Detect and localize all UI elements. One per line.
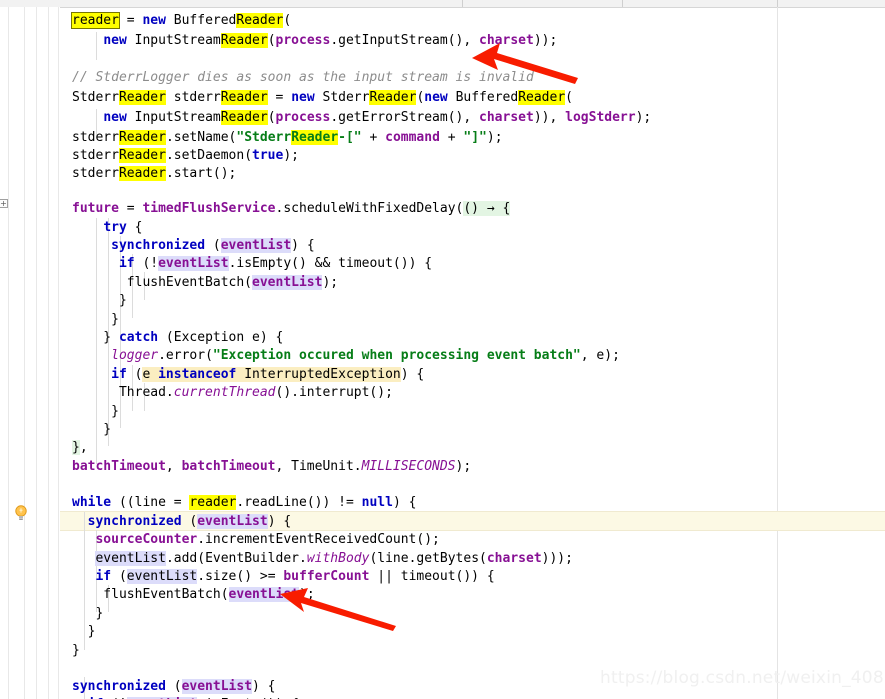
code-line[interactable]: if (!eventList.isEmpty()) { [72, 695, 299, 699]
editor-gutter[interactable]: + [0, 7, 60, 699]
tab-strip-segment-3[interactable] [622, 0, 778, 7]
code-line[interactable]: } [72, 402, 119, 422]
code-line[interactable]: } [72, 641, 80, 661]
tab-strip-segment-2[interactable] [462, 0, 623, 7]
gutter-divider-1 [8, 7, 9, 699]
right-margin-guide [777, 7, 778, 699]
code-line[interactable]: stderrReader.start(); [72, 164, 236, 184]
code-line[interactable]: StderrReader stderrReader = new StderrRe… [72, 88, 573, 108]
code-line[interactable]: if (e instanceof InterruptedException) { [72, 365, 424, 385]
code-line[interactable]: if (eventList.size() >= bufferCount || t… [72, 567, 495, 587]
fold-expand-marker[interactable]: + [0, 199, 8, 208]
code-line[interactable]: while ((line = reader.readLine()) != nul… [72, 493, 416, 513]
gutter-divider-4 [48, 7, 49, 699]
code-line[interactable]: Thread.currentThread().interrupt(); [72, 383, 393, 403]
code-line[interactable]: eventList.add(EventBuilder.withBody(line… [72, 549, 573, 569]
tab-strip-segment-1[interactable] [0, 0, 463, 7]
code-line[interactable]: synchronized (eventList) { [72, 677, 276, 697]
token-search-hit: reader [71, 12, 120, 29]
code-line[interactable]: try { [72, 218, 142, 238]
code-line[interactable]: flushEventBatch(eventList); [72, 585, 315, 605]
code-line[interactable]: }, [72, 438, 88, 458]
code-editor-window: + reader = new BufferedReader(new Input… [0, 0, 885, 699]
code-line-comment[interactable]: // StderrLogger dies as soon as the inpu… [72, 68, 534, 88]
code-line[interactable]: logger.error("Exception occured when pro… [72, 346, 620, 366]
code-line[interactable]: sourceCounter.incrementEventReceivedCoun… [72, 530, 439, 550]
code-line[interactable]: synchronized (eventList) { [72, 512, 291, 532]
gutter-divider-2 [24, 7, 25, 699]
intention-bulb-icon[interactable] [14, 505, 28, 521]
code-line[interactable]: stderrReader.setName("StderrReader-[" + … [72, 128, 503, 148]
code-line[interactable]: } [72, 310, 119, 330]
code-line[interactable]: } catch (Exception e) { [72, 328, 283, 348]
code-text-area[interactable]: reader = new BufferedReader( new InputSt… [60, 7, 885, 699]
code-line[interactable]: reader = new BufferedReader( [71, 11, 291, 31]
watermark-text: https://blog.csdn.net/weixin_40809627 [600, 668, 885, 688]
code-line[interactable]: synchronized (eventList) { [72, 236, 315, 256]
code-line[interactable]: } [72, 291, 127, 311]
gutter-divider-5 [58, 7, 59, 699]
code-line[interactable]: future = timedFlushService.scheduleWithF… [72, 199, 511, 219]
code-line[interactable]: stderrReader.setDaemon(true); [72, 146, 299, 166]
code-line[interactable]: new InputStreamReader(process.getInputSt… [72, 31, 557, 51]
code-line[interactable]: } [72, 420, 111, 440]
code-line[interactable]: new InputStreamReader(process.getErrorSt… [72, 108, 651, 128]
code-line[interactable]: } [72, 604, 103, 624]
gutter-divider-3 [36, 7, 37, 699]
code-line[interactable]: } [72, 622, 96, 642]
code-line[interactable]: flushEventBatch(eventList); [72, 273, 338, 293]
code-line[interactable]: if (!eventList.isEmpty() && timeout()) { [72, 254, 432, 274]
code-line[interactable]: batchTimeout, batchTimeout, TimeUnit.MIL… [72, 457, 471, 477]
